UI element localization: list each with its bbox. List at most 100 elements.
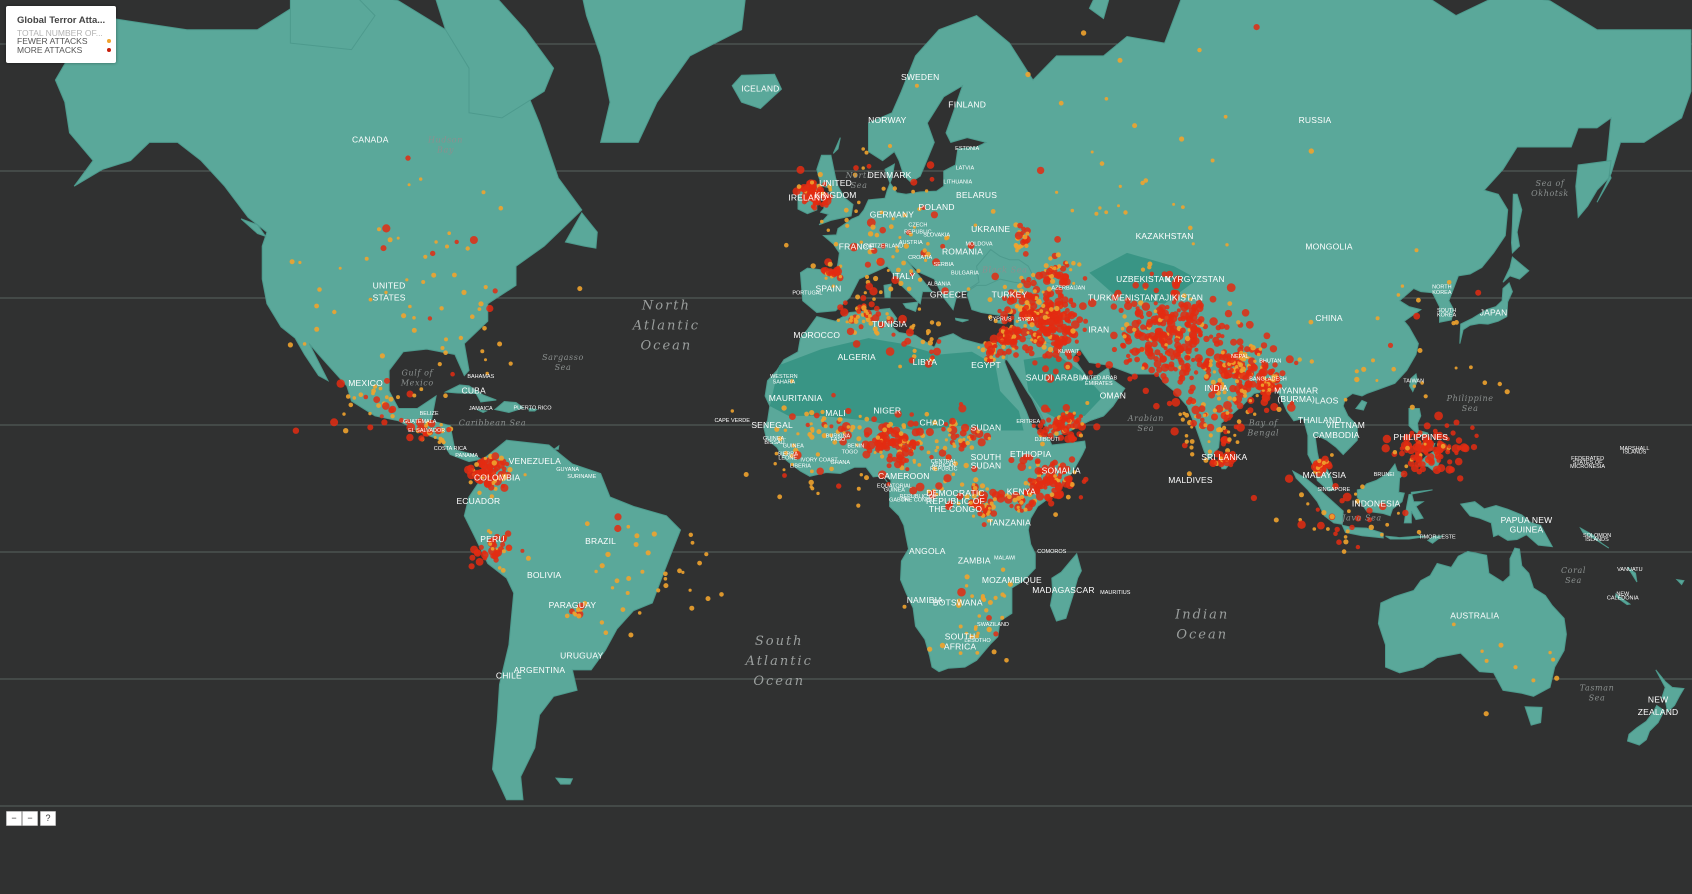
country-label[interactable]: TURKEY [992,290,1028,300]
country-label-small[interactable]: GHANA [831,460,851,466]
country-label-small[interactable]: DJIBOUTI [1035,437,1061,443]
country-label[interactable]: EGYPT [971,360,1001,370]
country-label[interactable]: GERMANY [870,209,915,219]
country-label[interactable]: ICELAND [741,83,779,93]
country-label[interactable]: CUBA [461,386,486,396]
country-label-small[interactable]: LIBERIA [790,463,811,469]
country-label[interactable]: MALI [825,408,846,418]
country-label[interactable]: SWEDEN [901,72,940,82]
country-label-small[interactable]: MOLDOVA [965,241,992,247]
country-label[interactable]: KENYA [1007,487,1036,497]
country-label[interactable]: SRI LANKA [1201,452,1247,462]
country-label[interactable]: INDONESIA [1352,498,1401,508]
country-label[interactable]: SUDAN [971,423,1002,433]
country-label[interactable]: TUNISIA [872,319,907,329]
country-label-small[interactable]: BISSAU [764,440,784,446]
country-label-small[interactable]: SAHARA [773,379,796,385]
country-label-small[interactable]: ALBANIA [927,281,951,287]
country-label[interactable]: VIETNAM [1326,420,1365,430]
country-label-small[interactable]: EL SALVADOR [408,428,445,434]
country-label[interactable]: NEW [1648,694,1668,704]
country-label[interactable]: COLOMBIA [474,473,521,483]
country-label-small[interactable]: MALAWI [994,556,1016,562]
country-label[interactable]: PERU [480,534,504,544]
country-label-small[interactable]: REPUBLIC [930,467,958,473]
country-label-small[interactable]: SURINAME [567,474,596,480]
country-label-small[interactable]: BELIZE [420,411,439,417]
world-map[interactable]: North Atlantic Ocean South Atlantic Ocean Indi… [0,0,1692,894]
country-label[interactable]: KYRGYZSTAN [1166,274,1225,284]
country-label[interactable]: NORWAY [868,115,906,125]
country-label-small[interactable]: NEPAL [1231,354,1249,360]
country-label[interactable]: MADAGASCAR [1032,585,1094,595]
country-label[interactable]: ANGOLA [909,546,946,556]
country-label[interactable]: CHINA [1315,313,1343,323]
country-label-small[interactable]: CROATIA [908,255,932,261]
country-label[interactable]: UZBEKISTAN [1116,274,1171,284]
country-label[interactable]: TAJIKISTAN [1154,293,1203,303]
country-label[interactable]: ZEALAND [1638,707,1679,717]
country-label[interactable]: MALDIVES [1168,475,1213,485]
country-label-small[interactable]: BRUNEI [1374,472,1395,478]
country-label[interactable]: ETHIOPIA [1010,449,1051,459]
country-label[interactable]: SOMALIA [1042,466,1081,476]
country-label-small[interactable]: BAHAMAS [467,374,494,380]
country-label-small[interactable]: SWITZERLAND [864,244,903,250]
country-label[interactable]: SUDAN [971,461,1002,471]
country-label[interactable]: POLAND [919,202,955,212]
country-label[interactable]: SAUDI ARABIA [1026,373,1088,383]
country-label[interactable]: SENEGAL [751,420,793,430]
country-label[interactable]: DENMARK [868,170,912,180]
country-label[interactable]: MEXICO [348,378,383,388]
country-label-small[interactable]: COMOROS [1037,549,1066,555]
country-label[interactable]: CANADA [352,134,389,144]
country-label[interactable]: ALGERIA [838,352,876,362]
country-label-small[interactable]: VANUATU [1617,567,1642,573]
country-label-small[interactable]: TIMOR-LESTE [1419,535,1456,541]
country-label[interactable]: PHILIPPINES [1393,432,1448,442]
country-label[interactable]: JAPAN [1480,307,1508,317]
country-label[interactable]: CAMEROON [878,471,930,481]
country-label[interactable]: STATES [373,293,406,303]
country-label-small[interactable]: COSTA RICA [434,446,467,452]
country-label-small[interactable]: ERITREA [1016,419,1040,425]
country-label[interactable]: BELARUS [956,190,997,200]
country-label-small[interactable]: CYPRUS [989,317,1012,323]
country-label[interactable]: URUGUAY [560,651,603,661]
country-label-small[interactable]: ESTONIA [955,146,979,152]
country-label[interactable]: MONGOLIA [1305,242,1353,252]
country-label[interactable]: MOZAMBIQUE [982,575,1042,585]
country-label[interactable]: ZAMBIA [958,556,991,566]
country-label[interactable]: PAPUA NEW [1501,515,1553,525]
country-label[interactable]: MOROCCO [793,330,840,340]
country-label-small[interactable]: SLOVAKIA [923,232,950,238]
country-label[interactable]: CHILE [496,671,522,681]
country-label[interactable]: MAURITANIA [769,393,823,403]
country-label-small[interactable]: AZERBAIJAN [1051,286,1085,292]
country-label-small[interactable]: CALEDONIA [1607,596,1639,602]
country-label[interactable]: GUINEA [1510,524,1544,534]
country-label[interactable]: INDIA [1204,383,1228,393]
country-label-small[interactable]: PORTUGAL [792,291,822,297]
country-label[interactable]: CHAD [920,418,945,428]
country-label[interactable]: LIBYA [913,357,938,367]
country-label-small[interactable]: THE CONGO [901,498,935,504]
country-label[interactable]: (BURMA) [1277,394,1315,404]
zoom-out-button-secondary[interactable]: − [22,811,38,826]
country-label-small[interactable]: TAIWAN [1403,378,1424,384]
country-label[interactable]: AUSTRALIA [1450,610,1499,620]
country-label[interactable]: GREECE [930,290,967,300]
country-label[interactable]: LAOS [1315,396,1339,406]
zoom-out-button[interactable]: − [6,811,22,826]
country-label-small[interactable]: KUWAIT [1058,349,1080,355]
country-label-small[interactable]: TOGO [842,450,859,456]
country-label[interactable]: BOLIVIA [527,570,562,580]
country-label[interactable]: BRAZIL [585,536,616,546]
country-label[interactable]: KAZAKHSTAN [1136,231,1194,241]
country-label[interactable]: CAMBODIA [1313,430,1360,440]
country-label-small[interactable]: FASO [831,437,846,443]
country-label-small[interactable]: BHUTAN [1259,359,1281,365]
country-label-small[interactable]: GUINEA [884,487,905,493]
country-label-small[interactable]: JAMAICA [469,406,493,412]
country-label-small[interactable]: ISLANDS [1585,537,1609,543]
